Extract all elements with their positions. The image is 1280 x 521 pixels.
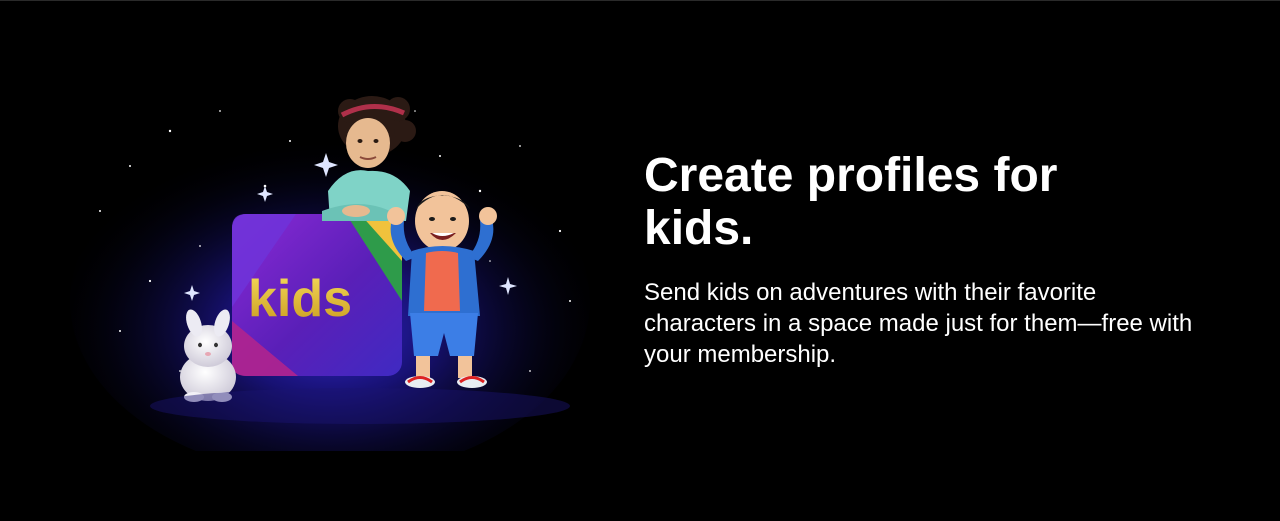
kids-profile-feature-card: kids Create profiles for kids. Send kids…	[0, 0, 1280, 521]
kids-illustration: kids	[60, 71, 600, 451]
feature-subtitle: Send kids on adventures with their favor…	[644, 279, 1193, 368]
kids-logo-text: kids	[248, 270, 352, 328]
kids-logo-tile: kids	[232, 214, 402, 376]
feature-title: Create profiles for kids.	[644, 149, 1058, 255]
floor-reflection	[150, 388, 570, 424]
kids-illustration-svg: kids	[70, 96, 590, 451]
feature-text-block: Create profiles for kids. Send kids on a…	[644, 149, 1244, 370]
